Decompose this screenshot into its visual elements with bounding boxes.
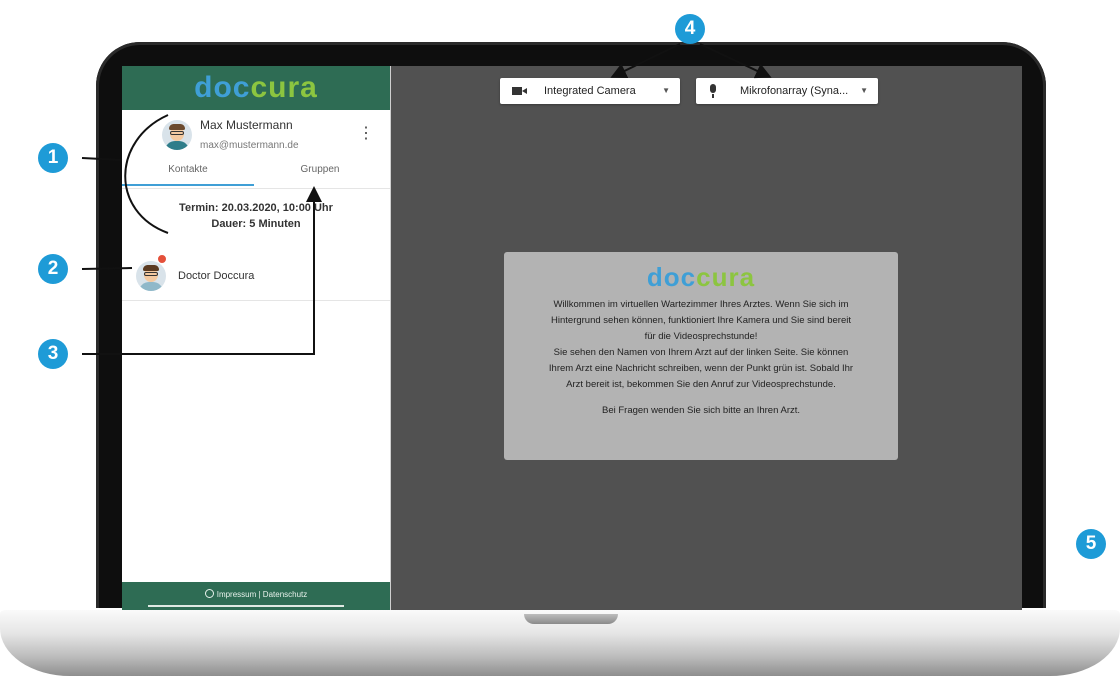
callout-2-line: [81, 267, 133, 270]
callout-1: 1: [38, 143, 68, 173]
callout-4-line-left: [610, 43, 681, 78]
callout-5: 5: [1076, 529, 1106, 559]
annotation-overlay: [81, 43, 772, 355]
callout-3: 3: [38, 339, 68, 369]
callout-2: 2: [38, 254, 68, 284]
callout-4: 4: [675, 14, 705, 44]
callout-4-line-right: [699, 43, 772, 79]
callout-3-line: [82, 186, 322, 355]
callout-1-line: [81, 157, 123, 161]
callout-1-bracket: [124, 114, 169, 234]
